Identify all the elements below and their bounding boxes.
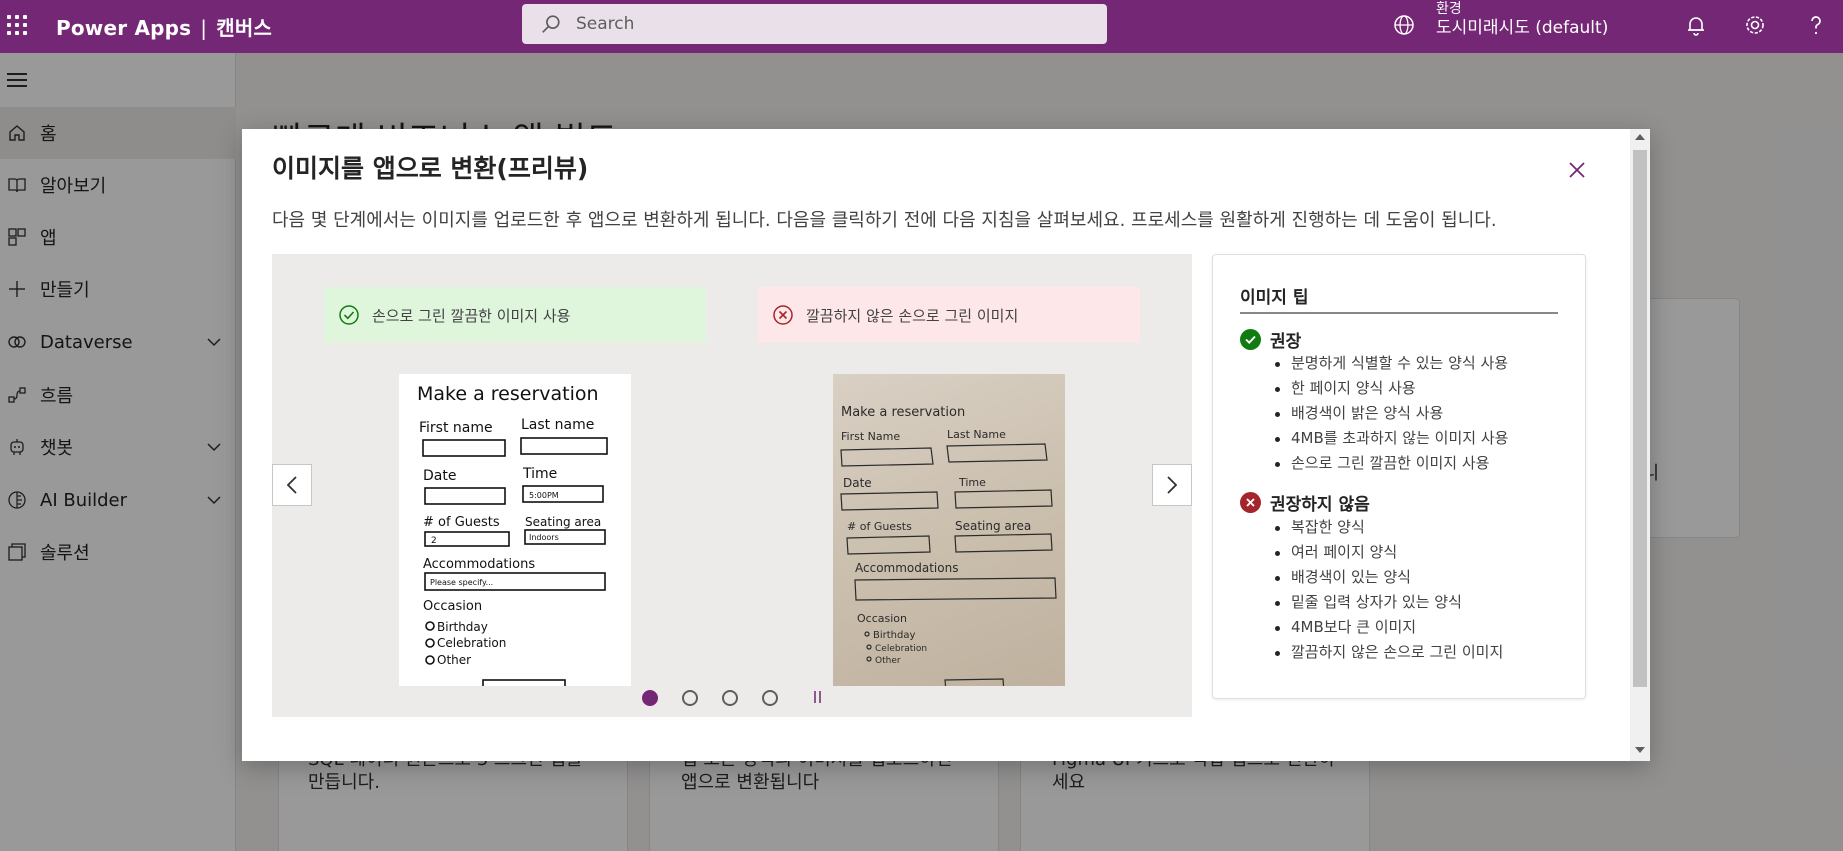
sketch-label: Date xyxy=(843,476,872,490)
product-title[interactable]: Power Apps | 캔버스 xyxy=(56,12,272,41)
sketch-label: Last name xyxy=(521,417,594,433)
sketch-label: Time xyxy=(958,476,986,489)
search-placeholder: Search xyxy=(576,14,635,34)
dialog-scrollbar[interactable] xyxy=(1630,129,1650,761)
sketch-value: Indoors xyxy=(529,533,559,542)
dismiss-circle-icon xyxy=(1240,492,1261,513)
search-icon xyxy=(542,15,560,33)
list-item: 복잡한 양식 xyxy=(1275,515,1503,540)
chevron-left-icon xyxy=(286,476,297,494)
app-launcher-icon[interactable] xyxy=(6,14,28,36)
help-icon[interactable] xyxy=(1804,13,1828,37)
recommended-heading: 권장 xyxy=(1240,327,1301,352)
title-separator: | xyxy=(200,16,208,40)
check-circle-icon xyxy=(339,305,359,325)
list-item: 분명하게 식별할 수 있는 양식 사용 xyxy=(1275,351,1508,376)
sketch-title: Make a reservation xyxy=(841,405,965,420)
environment-name: 도시미래시도 (default) xyxy=(1436,17,1609,38)
environment-label: 환경 xyxy=(1436,1,1462,17)
top-bar: Power Apps | 캔버스 Search 환경 도시미래시도 (default… xyxy=(0,0,1843,53)
sketch-label: Seating area xyxy=(955,519,1031,533)
sketch-option: Birthday xyxy=(873,630,915,641)
slide-dot-2[interactable] xyxy=(682,690,698,706)
sketch-option: Other xyxy=(437,653,471,667)
divider xyxy=(1240,312,1558,314)
scroll-down-arrow-icon[interactable] xyxy=(1635,747,1645,753)
list-item: 4MB를 초과하지 않는 이미지 사용 xyxy=(1275,426,1508,451)
gear-icon[interactable] xyxy=(1743,13,1767,37)
sketch-value: 5:00PM xyxy=(529,491,559,500)
section-name: 캔버스 xyxy=(216,16,273,40)
sketch-option: Other xyxy=(875,656,901,666)
list-item: 배경색이 있는 양식 xyxy=(1275,565,1503,590)
not-recommended-list: 복잡한 양식 여러 페이지 양식 배경색이 있는 양식 밑줄 입력 상자가 있는… xyxy=(1275,515,1503,665)
carousel-pagination xyxy=(642,688,842,708)
good-example-text: 손으로 그린 깔끔한 이미지 사용 xyxy=(372,306,571,325)
slide-dot-1[interactable] xyxy=(642,690,658,706)
good-example-label: 손으로 그린 깔끔한 이미지 사용 xyxy=(324,287,706,343)
slide-dot-3[interactable] xyxy=(722,690,738,706)
slide-dot-4[interactable] xyxy=(762,690,778,706)
sketch-value: 2 xyxy=(431,536,437,546)
recommended-list: 분명하게 식별할 수 있는 양식 사용 한 페이지 양식 사용 배경색이 밝은 … xyxy=(1275,351,1508,476)
sketch-label: Occasion xyxy=(423,599,482,614)
scroll-thumb[interactable] xyxy=(1633,150,1647,687)
list-item: 한 페이지 양식 사용 xyxy=(1275,376,1508,401)
environment-picker[interactable]: 환경 도시미래시도 (default) xyxy=(1436,1,1608,38)
not-recommended-label: 권장하지 않음 xyxy=(1270,495,1370,515)
image-to-app-dialog: 이미지를 앱으로 변환(프리뷰) 다음 몇 단계에서는 이미지를 업로드한 후 … xyxy=(242,129,1650,761)
sketch-title: Make a reservation xyxy=(417,383,599,405)
previous-slide-button[interactable] xyxy=(272,464,312,506)
next-slide-button[interactable] xyxy=(1152,464,1192,506)
sketch-label: # of Guests xyxy=(423,515,500,530)
not-recommended-heading: 권장하지 않음 xyxy=(1240,490,1370,515)
sketch-label: Occasion xyxy=(857,612,907,625)
check-circle-icon xyxy=(1240,329,1261,350)
sketch-value: Please specify... xyxy=(430,578,493,587)
list-item: 4MB보다 큰 이미지 xyxy=(1275,615,1503,640)
sketch-label: Accommodations xyxy=(423,557,535,572)
dialog-description: 다음 몇 단계에서는 이미지를 업로드한 후 앱으로 변환하게 됩니다. 다음을… xyxy=(272,210,1497,231)
list-item: 깔끔하지 않은 손으로 그린 이미지 xyxy=(1275,640,1503,665)
sketch-option: Birthday xyxy=(437,620,488,634)
close-icon[interactable] xyxy=(1566,159,1588,181)
bad-example-label: 깔끔하지 않은 손으로 그린 이미지 xyxy=(758,287,1140,343)
sketch-label: Time xyxy=(522,466,557,482)
sketch-label: Accommodations xyxy=(855,561,958,575)
sketch-label: # of Guests xyxy=(847,520,912,533)
dismiss-circle-icon xyxy=(773,305,793,325)
sketch-option: Celebration xyxy=(875,644,927,654)
sketch-label: First name xyxy=(419,420,493,436)
bad-example-text: 깔끔하지 않은 손으로 그린 이미지 xyxy=(806,306,1019,325)
dialog-title: 이미지를 앱으로 변환(프리뷰) xyxy=(272,154,589,183)
list-item: 배경색이 밝은 양식 사용 xyxy=(1275,401,1508,426)
list-item: 손으로 그린 깔끔한 이미지 사용 xyxy=(1275,451,1508,476)
sketch-label: Last Name xyxy=(947,428,1006,441)
search-box[interactable]: Search xyxy=(522,4,1107,44)
sketch-label: First Name xyxy=(841,430,900,443)
sketch-label: Date xyxy=(423,468,456,484)
brand-name: Power Apps xyxy=(56,16,192,40)
pause-icon[interactable] xyxy=(812,691,824,705)
recommended-label: 권장 xyxy=(1270,332,1302,352)
messy-sketch-image: Make a reservation First Name Last Name … xyxy=(833,374,1065,686)
list-item: 밑줄 입력 상자가 있는 양식 xyxy=(1275,590,1503,615)
scroll-up-arrow-icon[interactable] xyxy=(1635,134,1645,140)
chevron-right-icon xyxy=(1167,476,1178,494)
list-item: 여러 페이지 양식 xyxy=(1275,540,1503,565)
notification-bell-icon[interactable] xyxy=(1684,13,1708,37)
image-tips-panel: 이미지 팁 권장 분명하게 식별할 수 있는 양식 사용 한 페이지 양식 사용… xyxy=(1212,254,1586,699)
environment-icon[interactable] xyxy=(1392,13,1416,37)
sketch-label: Seating area xyxy=(525,515,601,529)
clean-sketch-image: Make a reservation First name Last name … xyxy=(399,374,631,686)
sketch-option: Celebration xyxy=(437,636,506,650)
tips-title: 이미지 팁 xyxy=(1240,288,1309,308)
image-examples-carousel: 손으로 그린 깔끔한 이미지 사용 깔끔하지 않은 손으로 그린 이미지 Mak… xyxy=(272,254,1192,717)
